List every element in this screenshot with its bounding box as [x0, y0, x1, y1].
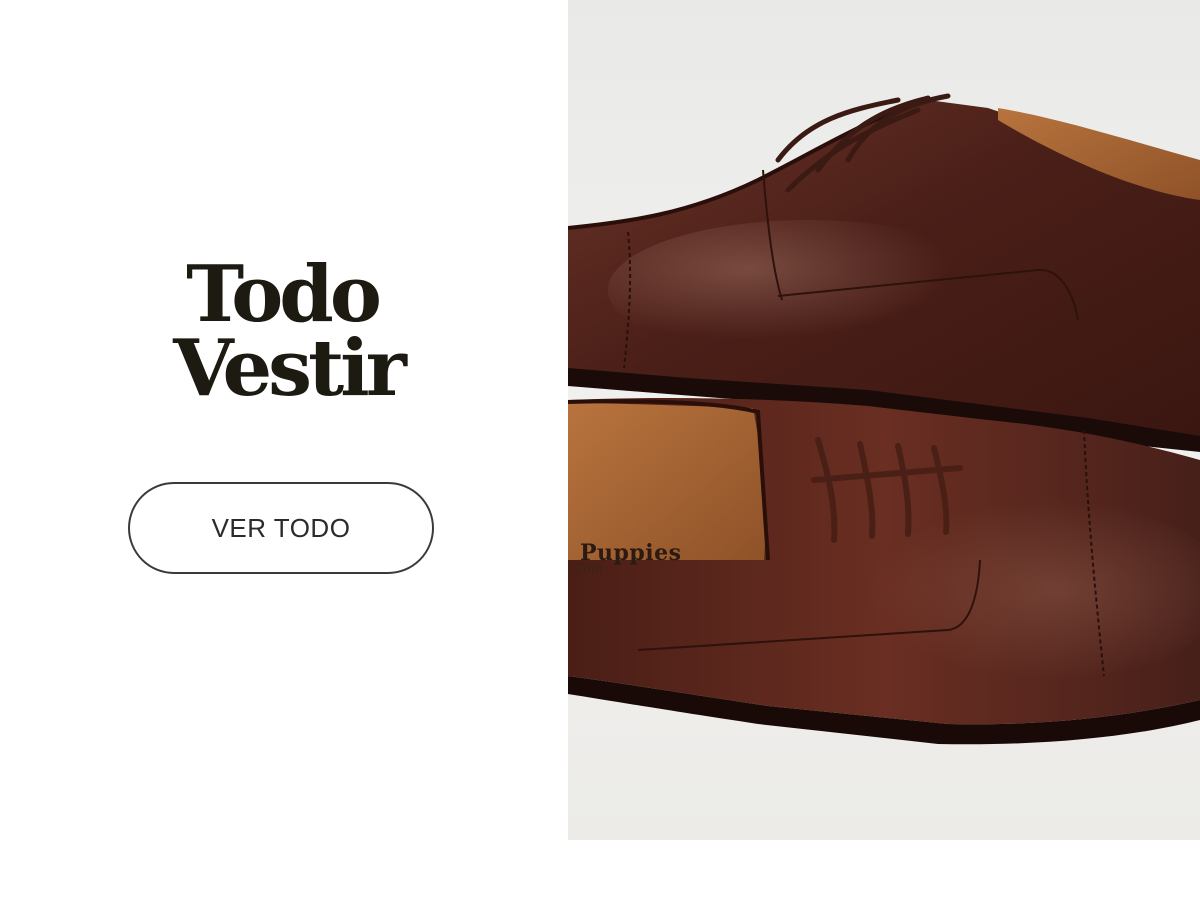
- product-photo[interactable]: Puppies Tinh: [568, 0, 1200, 840]
- headline-line-1: Todo: [186, 249, 382, 340]
- promo-banner: Todo Vestir VER TODO Puppies Tinh: [0, 0, 1200, 918]
- view-all-button[interactable]: VER TODO: [128, 482, 434, 574]
- dress-shoes-illustration: [568, 0, 1200, 840]
- promo-headline: Todo Vestir: [0, 249, 568, 414]
- shoe-script-label: Tinh: [574, 562, 604, 577]
- headline-line-2: Vestir: [173, 323, 407, 414]
- promo-text-panel: Todo Vestir VER TODO: [0, 0, 568, 918]
